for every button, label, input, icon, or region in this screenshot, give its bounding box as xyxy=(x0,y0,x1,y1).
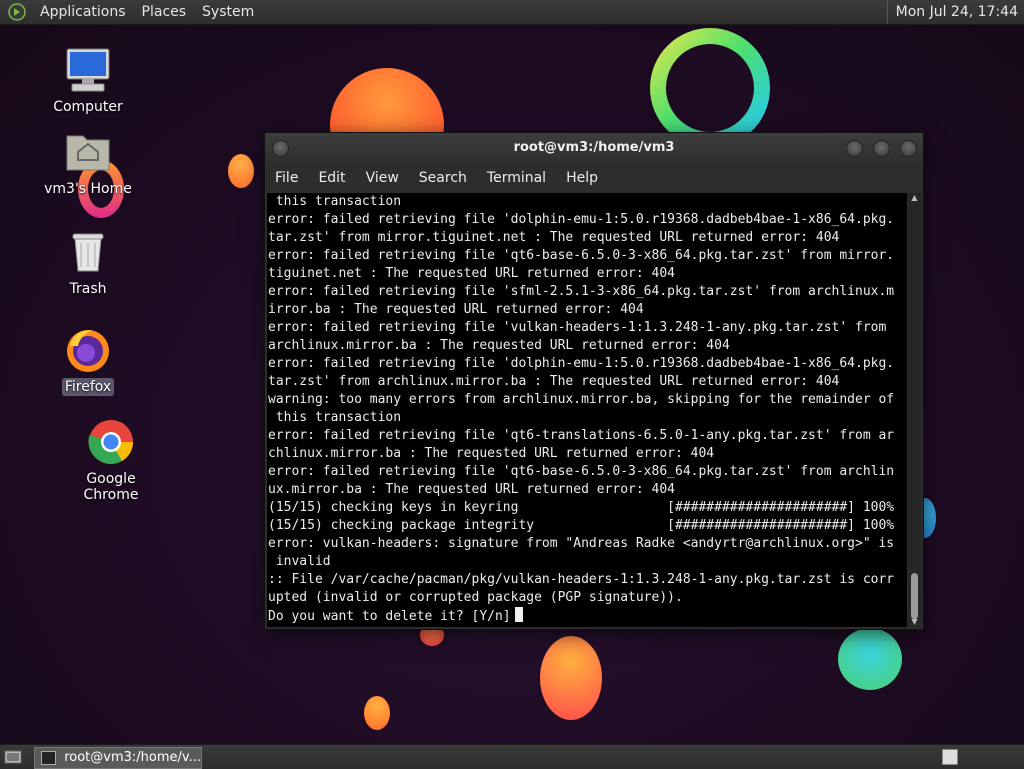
terminal-line: error: failed retrieving file 'dolphin-e… xyxy=(268,356,895,371)
desktop-icon-label: Trash xyxy=(69,281,107,297)
terminal-line: (15/15) checking package integrity [####… xyxy=(268,518,895,533)
terminal-line: error: failed retrieving file 'qt6-base-… xyxy=(268,248,895,263)
desktop-icon-trash[interactable]: Trash xyxy=(38,228,138,298)
terminal-line: this transaction xyxy=(275,194,402,209)
desktop-icon-label: Computer xyxy=(53,99,123,115)
menu-edit[interactable]: Edit xyxy=(308,170,355,186)
top-panel: Applications Places System Mon Jul 24, 1… xyxy=(0,0,1024,25)
clock[interactable]: Mon Jul 24, 17:44 xyxy=(886,0,1024,24)
terminal-line: error: failed retrieving file 'vulkan-he… xyxy=(268,320,887,335)
terminal-line: error: failed retrieving file 'qt6-trans… xyxy=(268,428,895,443)
desktop-icon-label: Google Chrome xyxy=(83,471,139,503)
places-menu[interactable]: Places xyxy=(134,0,195,24)
terminal-line: chlinux.mirror.ba : The requested URL re… xyxy=(268,446,715,461)
terminal-line: this transaction xyxy=(275,410,402,425)
terminal-scrollbar[interactable]: ▲ ▼ xyxy=(908,193,921,627)
terminal-prompt-line[interactable]: Do you want to delete it? [Y/n] xyxy=(267,607,907,626)
terminal-line: error: failed retrieving file 'dolphin-e… xyxy=(268,212,895,227)
terminal-line: error: failed retrieving file 'sfml-2.5.… xyxy=(268,284,895,299)
desktop-icon-firefox[interactable]: Firefox xyxy=(38,326,138,396)
maximize-icon[interactable] xyxy=(873,140,890,157)
window-title: root@vm3:/home/vm3 xyxy=(513,140,675,155)
desktop-icon-label: Firefox xyxy=(61,378,115,396)
menu-search[interactable]: Search xyxy=(409,170,477,186)
show-desktop-icon[interactable] xyxy=(4,749,22,765)
menu-view[interactable]: View xyxy=(356,170,409,186)
applications-menu[interactable]: Applications xyxy=(32,0,134,24)
scrollbar-thumb[interactable] xyxy=(911,573,918,619)
menu-help[interactable]: Help xyxy=(556,170,608,186)
prompt-text: Do you want to delete it? [Y/n] xyxy=(268,609,511,624)
desktop-icon-chrome[interactable]: Google Chrome xyxy=(60,418,162,504)
terminal-output[interactable]: this transaction error: failed retrievin… xyxy=(267,193,907,627)
menu-terminal[interactable]: Terminal xyxy=(477,170,556,186)
terminal-line: tiguinet.net : The requested URL returne… xyxy=(268,266,675,281)
terminal-line: tar.zst' from mirror.tiguinet.net : The … xyxy=(268,230,840,245)
firefox-icon xyxy=(64,326,112,374)
terminal-line: :: File /var/cache/pacman/pkg/vulkan-hea… xyxy=(268,572,895,587)
desktop-icon-computer[interactable]: Computer xyxy=(38,46,138,116)
terminal-line: error: vulkan-headers: signature from "A… xyxy=(268,536,895,551)
terminal-line: irror.ba : The requested URL returned er… xyxy=(268,302,644,317)
terminal-text: this transaction error: failed retrievin… xyxy=(267,193,907,607)
terminal-line: warning: too many errors from archlinux.… xyxy=(268,392,895,407)
terminal-icon xyxy=(41,751,57,765)
terminal-line: tar.zst' from archlinux.mirror.ba : The … xyxy=(268,374,840,389)
computer-icon xyxy=(64,46,112,94)
trash-icon xyxy=(64,228,112,276)
terminal-line: (15/15) checking keys in keyring [######… xyxy=(268,500,895,515)
terminal-line: invalid xyxy=(275,554,331,569)
chrome-icon xyxy=(87,418,135,466)
bottom-panel: root@vm3:/home/v... xyxy=(0,744,1024,769)
close-icon[interactable] xyxy=(900,140,917,157)
terminal-menubar: File Edit View Search Terminal Help xyxy=(265,163,923,193)
terminal-window[interactable]: root@vm3:/home/vm3 File Edit View Search… xyxy=(264,132,924,630)
window-menu-icon[interactable] xyxy=(272,140,289,157)
home-folder-icon xyxy=(64,128,112,176)
workspace-switcher[interactable] xyxy=(942,749,958,765)
system-menu[interactable]: System xyxy=(194,0,262,24)
scroll-down-icon[interactable]: ▼ xyxy=(908,617,921,627)
desktop-icon-label: vm3's Home xyxy=(44,181,132,197)
terminal-titlebar[interactable]: root@vm3:/home/vm3 xyxy=(265,133,923,163)
desktop-icon-home[interactable]: vm3's Home xyxy=(38,128,138,198)
taskbar-item-terminal[interactable]: root@vm3:/home/v... xyxy=(34,747,202,769)
minimize-icon[interactable] xyxy=(846,140,863,157)
text-cursor xyxy=(514,607,523,622)
taskbar-item-label: root@vm3:/home/v... xyxy=(64,750,201,765)
terminal-line: ux.mirror.ba : The requested URL returne… xyxy=(268,482,675,497)
terminal-line: archlinux.mirror.ba : The requested URL … xyxy=(268,338,730,353)
menu-file[interactable]: File xyxy=(265,170,308,186)
terminal-line: error: failed retrieving file 'qt6-base-… xyxy=(268,464,895,479)
scroll-up-icon[interactable]: ▲ xyxy=(908,193,921,203)
mate-logo-icon[interactable] xyxy=(8,3,26,21)
terminal-line: upted (invalid or corrupted package (PGP… xyxy=(268,590,683,605)
